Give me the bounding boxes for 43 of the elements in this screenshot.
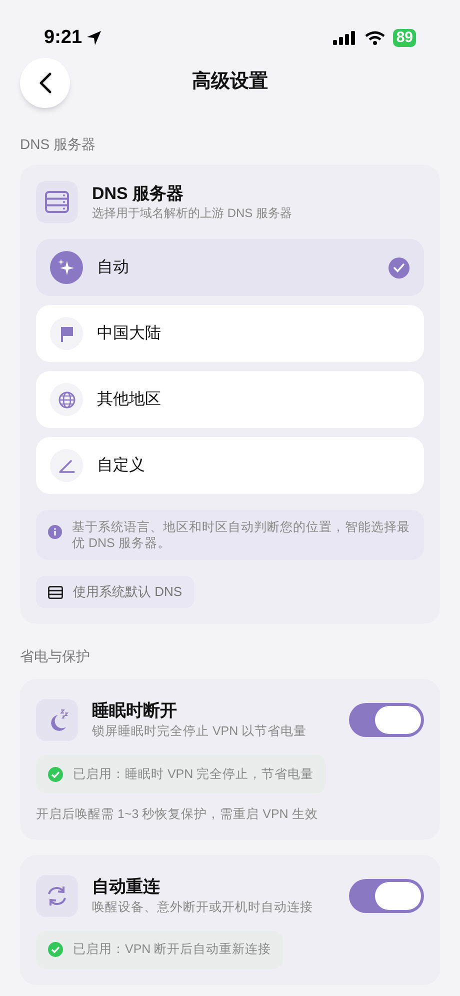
setting-title: 自动重连	[92, 876, 161, 898]
status-text: 已启用：VPN 断开后自动重新连接	[73, 941, 272, 958]
info-text: 基于系统语言、地区和时区自动判断您的位置，智能选择最优 DNS 服务器。	[72, 519, 411, 551]
moon-icon	[36, 699, 78, 741]
option-label: 中国大陆	[97, 324, 162, 344]
page-title: 高级设置	[192, 70, 268, 94]
dns-option[interactable]: 中国大陆	[36, 305, 424, 362]
toggle-switch[interactable]	[349, 703, 424, 737]
dns-option[interactable]: 其他地区	[36, 371, 424, 428]
check-circle-icon	[48, 766, 63, 782]
check-circle-icon	[48, 942, 63, 958]
toggle-switch[interactable]	[349, 878, 424, 913]
flag-icon	[50, 317, 83, 350]
battery-indicator: 89	[393, 29, 416, 47]
refresh-icon	[36, 874, 78, 917]
section-label: 省电与保护	[19, 647, 91, 666]
system-dns-button[interactable]: 使用系统默认 DNS	[36, 576, 194, 608]
dns-option[interactable]: 自动	[36, 239, 424, 296]
section-label: DNS 服务器	[19, 135, 96, 154]
location-arrow-icon	[86, 30, 102, 46]
back-button[interactable]	[20, 58, 70, 108]
back-icon	[38, 72, 52, 94]
status-text: 已启用：睡眠时 VPN 完全停止，节省电量	[73, 766, 314, 783]
wifi-icon	[365, 31, 386, 45]
signal-icon	[333, 31, 358, 45]
option-label: 自动	[97, 258, 130, 278]
checkmark-icon	[388, 256, 410, 278]
option-label: 其他地区	[97, 390, 162, 410]
option-label: 自定义	[97, 456, 146, 476]
setting-note: 开启后唤醒需 1~3 秒恢复保护，需重启 VPN 生效	[36, 806, 319, 823]
status-time: 9:21	[44, 26, 82, 50]
setting-subtitle: 唤醒设备、意外断开或开机时自动连接	[92, 898, 314, 916]
sparkle-icon	[50, 251, 83, 284]
globe-icon	[50, 383, 83, 416]
setting-subtitle: 锁屏睡眠时完全停止 VPN 以节省电量	[92, 723, 308, 740]
card-subtitle: 选择用于域名解析的上游 DNS 服务器	[92, 205, 292, 221]
info-icon	[48, 525, 62, 539]
pen-icon	[50, 449, 83, 482]
server-icon	[36, 181, 78, 223]
setting-title: 睡眠时断开	[92, 700, 178, 722]
dns-option[interactable]: 自定义	[36, 437, 424, 494]
card-title: DNS 服务器	[92, 183, 185, 205]
server-icon	[48, 586, 63, 598]
